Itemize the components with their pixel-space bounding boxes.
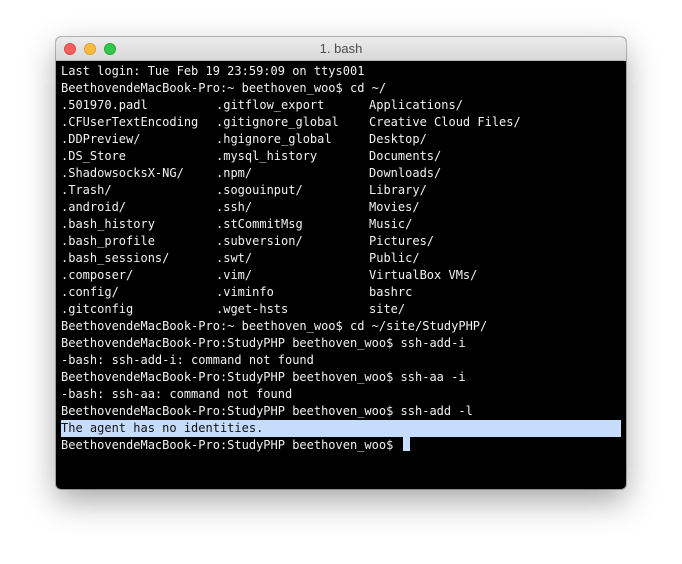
- listing-row: .gitconfig .wget-hsts site/: [61, 301, 621, 318]
- listing-entry: .mysql_history: [216, 149, 318, 163]
- terminal-output[interactable]: Last login: Tue Feb 19 23:59:09 on ttys0…: [61, 63, 621, 454]
- listing-entry: .501970.padl: [61, 98, 148, 112]
- listing-entry: Music/: [369, 217, 413, 231]
- window-title: 1. bash: [319, 41, 363, 56]
- terminal-window: 1. bash Last login: Tue Feb 19 23:59:09 …: [56, 37, 626, 489]
- listing-row: .DS_Store .mysql_history Documents/: [61, 148, 621, 165]
- terminal-line: BeethovendeMacBook-Pro:~ beethoven_woo$ …: [61, 81, 387, 95]
- directory-listing: .501970.padl .gitflow_export Application…: [61, 97, 621, 318]
- listing-entry: Public/: [369, 251, 420, 265]
- selected-output-line[interactable]: The agent has no identities.: [61, 420, 621, 437]
- terminal-line: Last login: Tue Feb 19 23:59:09 on ttys0…: [61, 64, 365, 78]
- listing-entry: .ssh/: [216, 200, 253, 214]
- listing-entry: .android/: [61, 200, 127, 214]
- listing-row: .config/ .viminfo bashrc: [61, 284, 621, 301]
- listing-entry: .hgignore_global: [216, 132, 332, 146]
- listing-entry: .CFUserTextEncoding: [61, 115, 199, 129]
- listing-entry: .bash_profile: [61, 234, 155, 248]
- listing-entry: .gitflow_export: [216, 98, 325, 112]
- listing-row: .Trash/ .sogouinput/ Library/: [61, 182, 621, 199]
- listing-row: .501970.padl .gitflow_export Application…: [61, 97, 621, 114]
- terminal-line: BeethovendeMacBook-Pro:StudyPHP beethove…: [61, 336, 466, 350]
- terminal-line: BeethovendeMacBook-Pro:StudyPHP beethove…: [61, 370, 466, 384]
- listing-entry: .swt/: [216, 251, 253, 265]
- terminal-line: BeethovendeMacBook-Pro:~ beethoven_woo$ …: [61, 319, 488, 333]
- listing-entry: Pictures/: [369, 234, 435, 248]
- listing-row: .bash_profile .subversion/ Pictures/: [61, 233, 621, 250]
- listing-entry: VirtualBox VMs/: [369, 268, 478, 282]
- listing-entry: Desktop/: [369, 132, 427, 146]
- listing-entry: .vim/: [216, 268, 253, 282]
- listing-entry: .sogouinput/: [216, 183, 303, 197]
- listing-entry: Movies/: [369, 200, 420, 214]
- listing-entry: .composer/: [61, 268, 134, 282]
- listing-entry: Library/: [369, 183, 427, 197]
- listing-row: .bash_history .stCommitMsg Music/: [61, 216, 621, 233]
- listing-entry: .config/: [61, 285, 119, 299]
- listing-entry: .gitconfig: [61, 302, 134, 316]
- listing-row: .composer/ .vim/ VirtualBox VMs/: [61, 267, 621, 284]
- listing-entry: Applications/: [369, 98, 463, 112]
- listing-row: .DDPreview/ .hgignore_global Desktop/: [61, 131, 621, 148]
- listing-entry: .viminfo: [216, 285, 274, 299]
- listing-entry: .ShadowsocksX-NG/: [61, 166, 184, 180]
- prompt-line[interactable]: BeethovendeMacBook-Pro:StudyPHP beethove…: [61, 437, 621, 454]
- terminal-line: -bash: ssh-add-i: command not found: [61, 353, 314, 367]
- listing-entry: bashrc: [369, 285, 413, 299]
- listing-entry: .Trash/: [61, 183, 112, 197]
- listing-entry: Creative Cloud Files/: [369, 115, 521, 129]
- listing-entry: .stCommitMsg: [216, 217, 303, 231]
- shell-prompt: BeethovendeMacBook-Pro:StudyPHP beethove…: [61, 438, 401, 452]
- listing-row: .bash_sessions/ .swt/ Public/: [61, 250, 621, 267]
- listing-entry: Downloads/: [369, 166, 442, 180]
- listing-row: .CFUserTextEncoding .gitignore_global Cr…: [61, 114, 621, 131]
- listing-entry: .subversion/: [216, 234, 303, 248]
- listing-entry: .wget-hsts: [216, 302, 289, 316]
- listing-row: .android/ .ssh/ Movies/: [61, 199, 621, 216]
- listing-entry: .bash_history: [61, 217, 155, 231]
- text-cursor: [402, 437, 410, 451]
- terminal-line: -bash: ssh-aa: command not found: [61, 387, 293, 401]
- listing-entry: Documents/: [369, 149, 442, 163]
- listing-row: .ShadowsocksX-NG/ .npm/ Downloads/: [61, 165, 621, 182]
- listing-entry: .npm/: [216, 166, 253, 180]
- terminal-line: BeethovendeMacBook-Pro:StudyPHP beethove…: [61, 404, 473, 418]
- title-bar[interactable]: 1. bash: [56, 37, 626, 61]
- listing-entry: .DDPreview/: [61, 132, 141, 146]
- listing-entry: .DS_Store: [61, 149, 127, 163]
- listing-entry: .gitignore_global: [216, 115, 339, 129]
- listing-entry: .bash_sessions/: [61, 251, 170, 265]
- listing-entry: site/: [369, 302, 406, 316]
